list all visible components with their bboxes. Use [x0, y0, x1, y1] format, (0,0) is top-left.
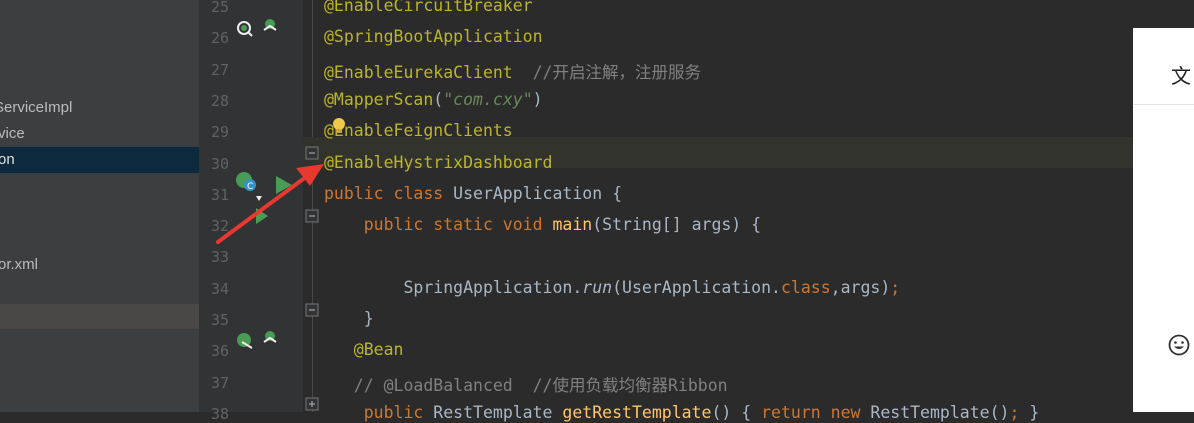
code-line[interactable]: SpringApplication.run(UserApplication.cl… — [324, 278, 900, 297]
fold-expand-icon[interactable] — [305, 397, 319, 411]
code-token: main — [552, 215, 593, 235]
line-number: 33 — [210, 248, 229, 267]
tree-item-label: or.xml — [0, 256, 39, 273]
code-token: public class — [324, 183, 454, 203]
code-token: @EnableEurekaClient — [324, 62, 513, 82]
line-number: 29 — [210, 123, 229, 142]
code-line[interactable]: @EnableFeignClients — [324, 121, 513, 140]
code-line[interactable]: @Bean — [324, 340, 404, 360]
code-token: run — [582, 277, 613, 297]
line-number: 34 — [210, 279, 229, 298]
code-token: // @LoadBalanced //使用负载均衡器Ribbon — [324, 375, 728, 395]
code-token: ; — [890, 277, 901, 297]
bean-method-icon[interactable] — [234, 328, 280, 352]
lightbulb-icon[interactable] — [331, 117, 347, 135]
panel-title: 文 — [1171, 64, 1191, 88]
code-token: } — [1029, 402, 1040, 422]
code-token: public static void — [324, 215, 553, 235]
code-token: () { — [711, 402, 762, 422]
panel-divider — [1133, 104, 1194, 105]
line-number: 26 — [210, 29, 229, 48]
tree-item[interactable]: ServiceImpl — [0, 95, 199, 121]
code-token: return new — [761, 402, 871, 422]
code-token: RestTemplate — [433, 402, 563, 422]
code-line[interactable]: public static void main(String[] args) { — [324, 215, 761, 234]
code-token: UserApplication { — [453, 183, 623, 203]
tree-item[interactable]: or.xml — [0, 252, 199, 278]
code-line[interactable]: } — [324, 309, 374, 328]
code-token: ) — [532, 89, 543, 109]
code-token: public — [324, 402, 434, 422]
code-line[interactable]: public RestTemplate getRestTemplate() { … — [324, 402, 1040, 422]
annotation-arrow — [216, 164, 324, 244]
smiley-icon[interactable] — [1168, 334, 1190, 356]
line-number: 35 — [210, 311, 229, 329]
tree-item[interactable]: vice — [0, 121, 199, 147]
code-token: } — [324, 309, 374, 328]
code-token: ( — [433, 89, 444, 109]
code-token: "com.cxy" — [443, 89, 533, 109]
line-number: 37 — [210, 373, 229, 392]
code-line[interactable]: @EnableHystrixDashboard — [324, 153, 552, 172]
code-token: class — [780, 277, 831, 297]
code-line[interactable]: public class UserApplication { — [324, 184, 622, 203]
line-number: 38 — [210, 404, 229, 423]
line-number: 36 — [210, 342, 229, 361]
code-token: @EnableHystrixDashboard — [324, 152, 553, 172]
tree-item-label: ServiceImpl — [0, 99, 73, 116]
code-line[interactable]: @SpringBootApplication — [324, 27, 543, 46]
code-token: @MapperScan — [324, 89, 434, 109]
code-token: @EnableCircuitBreaker — [324, 0, 533, 15]
project-tree[interactable]: ServiceImpl vice on or.xml — [0, 0, 199, 412]
tree-item-label: on — [0, 151, 15, 168]
line-number: 28 — [210, 91, 229, 110]
code-token: ,args) — [830, 277, 891, 297]
code-token: //开启注解，注册服务 — [512, 62, 701, 82]
tree-item-label: vice — [0, 125, 25, 142]
code-token: getRestTemplate — [562, 402, 712, 422]
code-token: ; — [1009, 402, 1030, 422]
bean-navigate-icon[interactable] — [234, 16, 280, 40]
code-token: (String[] args) { — [592, 215, 762, 235]
code-line[interactable]: @EnableEurekaClient //开启注解，注册服务 — [324, 59, 701, 83]
code-token: SpringApplication. — [324, 277, 583, 297]
tree-item[interactable] — [0, 304, 199, 329]
code-token: @SpringBootApplication — [324, 27, 543, 47]
line-number: 27 — [210, 60, 229, 79]
code-line[interactable]: @EnableCircuitBreaker — [324, 0, 533, 15]
code-token: @Bean — [324, 340, 404, 360]
code-token: @EnableFeignClients — [324, 121, 513, 141]
code-line[interactable]: // @LoadBalanced //使用负载均衡器Ribbon — [324, 372, 728, 396]
code-token: (UserApplication. — [612, 277, 781, 297]
code-token: RestTemplate() — [870, 402, 1010, 422]
tree-item[interactable]: on — [0, 147, 199, 173]
fold-end-icon[interactable] — [305, 303, 319, 317]
code-line[interactable]: @MapperScan("com.cxy") — [324, 90, 543, 109]
line-number: 25 — [210, 0, 229, 16]
